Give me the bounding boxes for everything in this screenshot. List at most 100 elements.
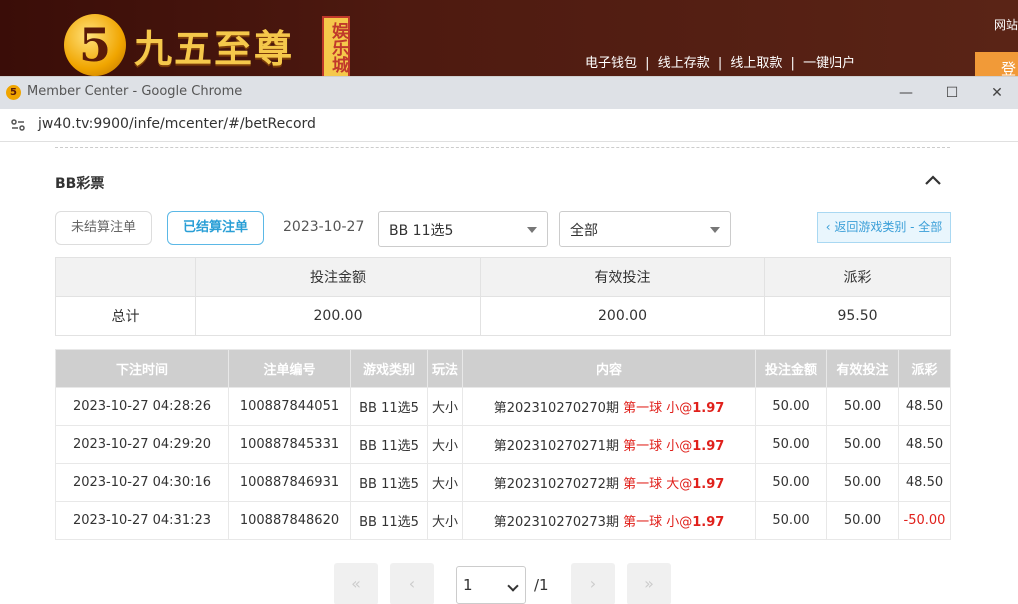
summary-header-blank bbox=[55, 257, 196, 297]
cell-game: BB 11选5 bbox=[350, 387, 428, 426]
chevron-up-icon[interactable] bbox=[922, 169, 944, 191]
col-header-time: 下注时间 bbox=[55, 349, 229, 388]
content-pick: 第一球 小@ bbox=[623, 439, 693, 454]
back-to-game-category-button[interactable]: ‹ 返回游戏类别 - 全部 bbox=[817, 212, 951, 243]
table-row: 2023-10-27 04:28:26 100887844051 BB 11选5 大小… bbox=[55, 387, 951, 426]
content-period: 第202310270270期 bbox=[493, 401, 619, 416]
address-bar[interactable]: jw40.tv:9900/infe/mcenter/#/betRecord bbox=[0, 109, 1018, 142]
cell-time: 2023-10-27 04:29:20 bbox=[55, 425, 229, 464]
cell-payout: 48.50 bbox=[898, 425, 951, 464]
cell-valid: 50.00 bbox=[826, 425, 899, 464]
game-select[interactable]: BB 11选5 bbox=[378, 211, 548, 247]
cell-play: 大小 bbox=[427, 463, 463, 502]
caret-down-icon bbox=[527, 227, 537, 233]
next-page-button[interactable]: › bbox=[571, 563, 615, 604]
cell-time: 2023-10-27 04:28:26 bbox=[55, 387, 229, 426]
cell-time: 2023-10-27 04:30:16 bbox=[55, 463, 229, 502]
nav-separator: | bbox=[717, 56, 723, 71]
logo-icon: 5 bbox=[64, 14, 126, 76]
col-header-content: 内容 bbox=[462, 349, 756, 388]
col-header-game: 游戏类别 bbox=[350, 349, 428, 388]
section-title: BB彩票 bbox=[55, 176, 105, 192]
cell-content: 第202310270273期 第一球 小@1.97 bbox=[462, 501, 756, 540]
cell-time: 2023-10-27 04:31:23 bbox=[55, 501, 229, 540]
logo-badge: 娱乐城 bbox=[322, 16, 350, 78]
content-pick: 第一球 小@ bbox=[623, 515, 693, 530]
table-row: 2023-10-27 04:30:16 100887846931 BB 11选5 大小… bbox=[55, 463, 951, 502]
cell-id: 100887844051 bbox=[228, 387, 351, 426]
cell-id: 100887846931 bbox=[228, 463, 351, 502]
nav-withdraw[interactable]: 线上取款 bbox=[730, 56, 782, 71]
nav-wallet[interactable]: 电子钱包 bbox=[585, 56, 637, 71]
page-total: /1 bbox=[534, 576, 549, 594]
cell-game: BB 11选5 bbox=[350, 425, 428, 464]
prev-page-button[interactable]: ‹ bbox=[390, 563, 434, 604]
close-icon[interactable]: ✕ bbox=[982, 81, 1012, 105]
col-header-payout: 派彩 bbox=[898, 349, 951, 388]
tab-settled-bets[interactable]: 已结算注单 bbox=[167, 211, 264, 245]
first-page-button[interactable]: « bbox=[334, 563, 378, 604]
cell-amount: 50.00 bbox=[755, 501, 827, 540]
summary-header-bet-amount: 投注金额 bbox=[195, 257, 481, 297]
cell-game: BB 11选5 bbox=[350, 463, 428, 502]
chrome-popup-window: 5 Member Center - Google Chrome — ☐ ✕ jw… bbox=[0, 76, 1018, 604]
col-header-amount: 投注金额 bbox=[755, 349, 827, 388]
table-row: 2023-10-27 04:31:23 100887848620 BB 11选5 大小… bbox=[55, 501, 951, 540]
divider bbox=[55, 147, 950, 148]
bet-records-table: 下注时间 注单编号 游戏类别 玩法 内容 投注金额 有效投注 派彩 2023-1… bbox=[55, 349, 951, 540]
content-pick: 第一球 大@ bbox=[623, 477, 693, 492]
col-header-play: 玩法 bbox=[427, 349, 463, 388]
maximize-icon[interactable]: ☐ bbox=[937, 81, 967, 105]
content-odds: 1.97 bbox=[692, 515, 725, 530]
records-body: 2023-10-27 04:28:26 100887844051 BB 11选5 大小… bbox=[55, 387, 951, 540]
content-pick: 第一球 小@ bbox=[623, 401, 693, 416]
top-nav: 电子钱包 | 线上存款 | 线上取款 | 一键归户 bbox=[583, 52, 857, 71]
cell-id: 100887845331 bbox=[228, 425, 351, 464]
filter-select[interactable]: 全部 bbox=[559, 211, 731, 247]
summary-header-valid-bet: 有效投注 bbox=[480, 257, 765, 297]
logo-text: 九五至尊 bbox=[134, 26, 295, 71]
site-link[interactable]: 网站 bbox=[994, 16, 1018, 33]
cell-valid: 50.00 bbox=[826, 463, 899, 502]
cell-play: 大小 bbox=[427, 501, 463, 540]
page-content: BB彩票 未结算注单 已结算注单 2023-10-27 BB 11选5 全部 ‹… bbox=[0, 143, 1018, 604]
content-odds: 1.97 bbox=[692, 439, 725, 454]
date-label[interactable]: 2023-10-27 bbox=[283, 219, 364, 235]
url-text[interactable]: jw40.tv:9900/infe/mcenter/#/betRecord bbox=[38, 116, 316, 132]
site-info-icon[interactable] bbox=[10, 117, 26, 133]
content-period: 第202310270273期 bbox=[493, 515, 619, 530]
table-row: 2023-10-27 04:29:20 100887845331 BB 11选5 大小… bbox=[55, 425, 951, 464]
summary-bet-amount: 200.00 bbox=[195, 296, 481, 336]
cell-valid: 50.00 bbox=[826, 387, 899, 426]
col-header-valid: 有效投注 bbox=[826, 349, 899, 388]
summary-header-payout: 派彩 bbox=[764, 257, 951, 297]
cell-amount: 50.00 bbox=[755, 387, 827, 426]
nav-separator: | bbox=[645, 56, 650, 71]
page-select[interactable]: 1 bbox=[456, 566, 526, 604]
content-odds: 1.97 bbox=[692, 401, 725, 416]
cell-payout: 48.50 bbox=[898, 463, 951, 502]
cell-play: 大小 bbox=[427, 387, 463, 426]
site-header: 5 九五至尊 娱乐城 电子钱包 | 线上存款 | 线上取款 | 一键归户 网站 … bbox=[0, 0, 1018, 82]
window-titlebar: 5 Member Center - Google Chrome — ☐ ✕ bbox=[0, 77, 1018, 109]
last-page-button[interactable]: » bbox=[627, 563, 671, 604]
nav-separator: | bbox=[790, 56, 795, 71]
summary-table: 投注金额 有效投注 派彩 总计 200.00 200.00 95.50 bbox=[55, 257, 951, 336]
cell-payout: -50.00 bbox=[898, 501, 951, 540]
cell-content: 第202310270272期 第一球 大@1.97 bbox=[462, 463, 756, 502]
filter-select-value: 全部 bbox=[570, 223, 598, 239]
cell-content: 第202310270270期 第一球 小@1.97 bbox=[462, 387, 756, 426]
chevron-down-icon bbox=[507, 580, 519, 592]
col-header-id: 注单编号 bbox=[228, 349, 351, 388]
app-icon: 5 bbox=[6, 85, 21, 100]
cell-amount: 50.00 bbox=[755, 463, 827, 502]
cell-play: 大小 bbox=[427, 425, 463, 464]
nav-transfer[interactable]: 一键归户 bbox=[803, 56, 855, 71]
tab-unsettled-bets[interactable]: 未结算注单 bbox=[55, 211, 152, 245]
page-select-value: 1 bbox=[463, 576, 473, 594]
cell-id: 100887848620 bbox=[228, 501, 351, 540]
nav-deposit[interactable]: 线上存款 bbox=[658, 56, 710, 71]
content-odds: 1.97 bbox=[692, 477, 725, 492]
caret-down-icon bbox=[710, 227, 720, 233]
minimize-icon[interactable]: — bbox=[891, 81, 921, 105]
